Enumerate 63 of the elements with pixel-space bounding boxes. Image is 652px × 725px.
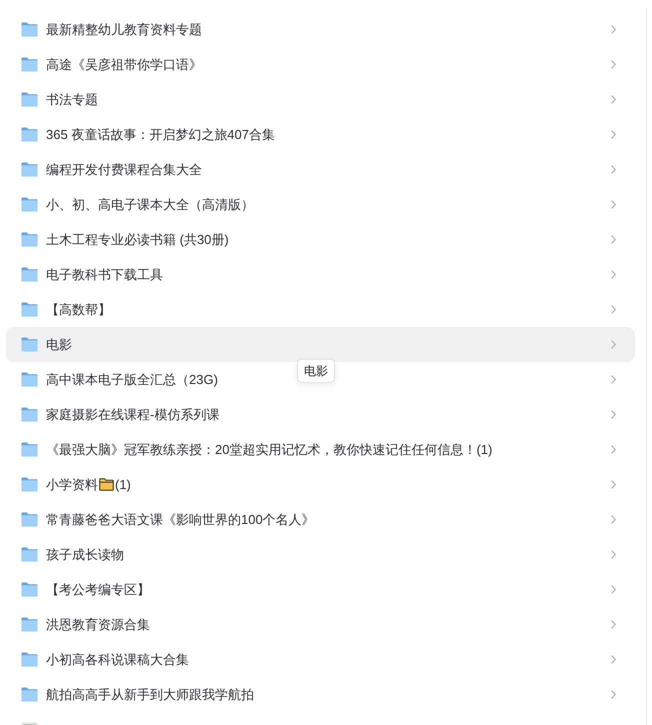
folder-icon (21, 652, 38, 667)
chevron-right-icon (611, 585, 616, 594)
folder-icon (21, 92, 38, 107)
folder-name: 航拍高高手从新手到大师跟我学航拍 (46, 686, 254, 704)
chevron-right-icon (611, 200, 616, 209)
folder-name: 家庭摄影在线课程-模仿系列课 (46, 406, 220, 424)
folder-icon (21, 687, 38, 702)
chevron-right-icon (611, 445, 616, 454)
chevron-right-icon (611, 95, 616, 104)
folder-name: 【考公考编专区】 (46, 580, 150, 599)
folder-list-row[interactable]: 电影 (6, 327, 635, 362)
chevron-right-icon (611, 655, 616, 664)
chevron-right-icon (611, 690, 616, 699)
folder-name: 小学资料 (46, 476, 98, 494)
folder-icon (21, 232, 38, 247)
chevron-right-icon (611, 410, 616, 419)
folder-icon (21, 57, 38, 72)
chevron-right-icon (611, 25, 616, 34)
folder-name: 高途《吴彦祖带你学口语》 (46, 56, 202, 74)
folder-name: 小、初、高电子课本大全（高清版） (46, 196, 254, 214)
chevron-right-icon (611, 270, 616, 279)
folder-icon (21, 407, 38, 422)
folder-icon (21, 127, 38, 142)
folder-name: 土木工程专业必读书籍 (共30册) (46, 230, 229, 249)
folder-icon (21, 477, 38, 492)
chevron-right-icon (611, 480, 616, 489)
folder-icon (21, 197, 38, 212)
folder-name: 编程开发付费课程合集大全 (46, 160, 202, 179)
folder-name: 电子教科书下载工具 (46, 266, 163, 284)
folder-name: 常青藤爸爸大语文课《影响世界的100个名人》 (46, 510, 315, 529)
folder-name: 电影 (46, 336, 72, 354)
folder-icon (21, 162, 38, 177)
chevron-right-icon (611, 620, 616, 629)
chevron-right-icon (611, 375, 616, 384)
folder-icon (21, 582, 38, 597)
chevron-right-icon (611, 130, 616, 139)
chevron-right-icon (611, 305, 616, 314)
folder-icon (21, 372, 38, 387)
folder-name: 高中课本电子版全汇总（23G) (46, 370, 218, 389)
folder-icon (21, 547, 38, 562)
folder-icon (21, 22, 38, 37)
folder-name: 365 夜童话故事：开启梦幻之旅407合集 (46, 126, 275, 144)
folder-name: 小初高各科说课稿大合集 (46, 650, 189, 669)
chevron-right-icon (611, 515, 616, 524)
folder-icon (21, 617, 38, 632)
folder-icon (21, 512, 38, 527)
chevron-right-icon (611, 60, 616, 69)
chevron-right-icon (611, 165, 616, 174)
folder-icon (21, 267, 38, 282)
chevron-right-icon (611, 235, 616, 244)
folder-name: 孩子成长读物 (46, 546, 124, 564)
folder-name: 最新精整幼儿教育资料专题 (46, 20, 202, 39)
tooltip: 电影 (297, 359, 335, 383)
folder-name: 洪恩教育资源合集 (46, 616, 150, 634)
folder-name: 书法专题 (46, 90, 98, 109)
folder-name: 【高数帮】 (46, 300, 111, 319)
folder-icon (21, 302, 38, 317)
folder-icon (21, 337, 38, 352)
folder-icon (21, 442, 38, 457)
chevron-right-icon (611, 340, 616, 349)
chevron-right-icon (611, 550, 616, 559)
folder-count: (1) (115, 476, 131, 494)
folder-name: 《最强大脑》冠军教练亲授：20堂超实用记忆术，教你快速记住任何信息！(1) (46, 440, 492, 459)
